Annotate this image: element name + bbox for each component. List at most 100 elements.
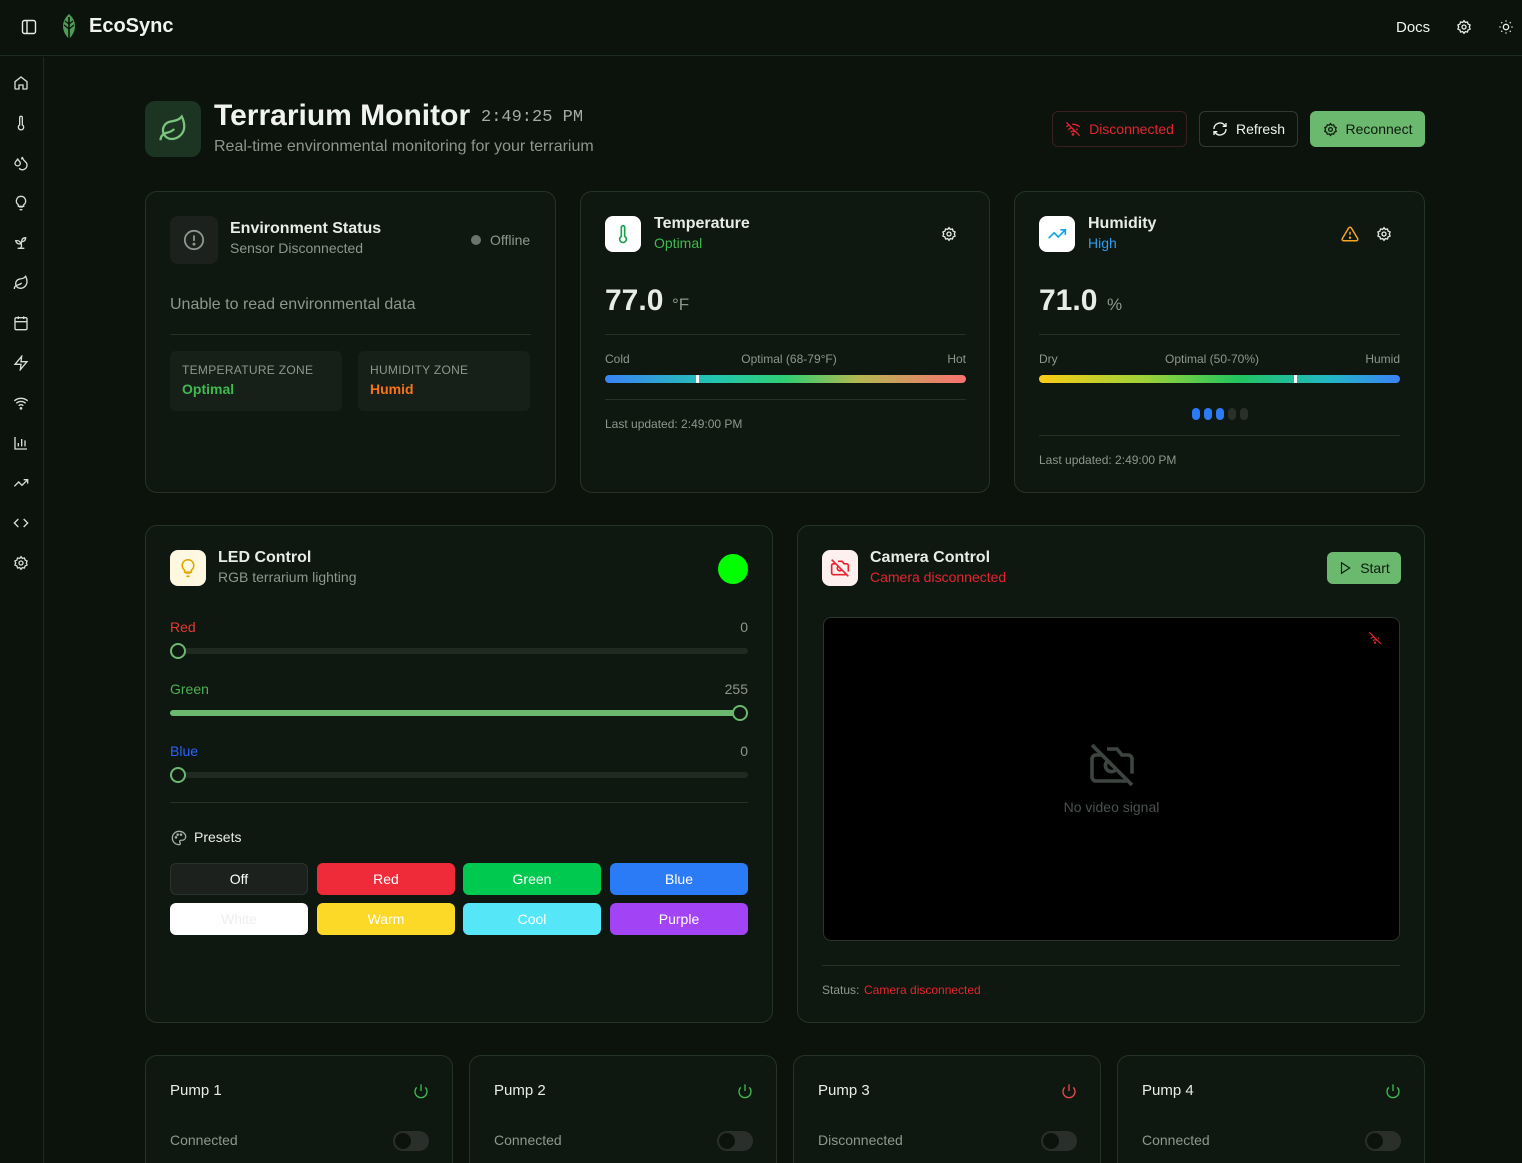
camera-off-tile-icon [822,550,858,586]
reconnect-button[interactable]: Reconnect [1310,111,1425,147]
pump-card: Pump 3 Disconnected [793,1055,1101,1163]
humidity-level-dot [1204,408,1212,420]
pump-status: Connected [1142,1132,1210,1148]
offline-dot [471,235,481,245]
pump-toggle[interactable] [1365,1131,1401,1151]
lightbulb-icon[interactable] [12,194,30,212]
power-icon[interactable] [1385,1083,1401,1099]
bar-chart-icon[interactable] [12,434,30,452]
sprout-icon[interactable] [12,234,30,252]
preset-red-button[interactable]: Red [317,863,455,895]
temperature-marker [695,375,699,383]
humidity-level-dot [1240,408,1248,420]
offline-status: Offline [490,232,531,248]
preset-blue-button[interactable]: Blue [610,863,748,895]
code-icon[interactable] [12,514,30,532]
preset-cool-button[interactable]: Cool [463,903,601,935]
preset-white-button[interactable]: White [170,903,308,935]
pump-toggle[interactable] [1041,1131,1077,1151]
humidity-level-dot [1228,408,1236,420]
video-frame: No video signal [823,617,1400,941]
wifi-icon[interactable] [12,394,30,412]
top-bar: EcoSync Docs [0,0,1522,56]
temperature-title: Temperature [654,215,750,232]
home-icon[interactable] [12,74,30,92]
reconnect-settings-icon [1323,122,1338,137]
green-slider-track[interactable] [170,710,748,716]
pump-toggle[interactable] [717,1131,753,1151]
power-icon[interactable] [1061,1083,1077,1099]
settings-icon[interactable] [12,554,30,572]
pump-status: Connected [494,1132,562,1148]
app-name[interactable]: EcoSync [89,15,173,38]
header-leaf-icon [145,101,201,157]
leaf-icon[interactable] [12,274,30,292]
humidity-title: Humidity [1088,215,1157,232]
power-icon[interactable] [737,1083,753,1099]
green-slider-fill [170,710,748,716]
humidity-scale-low: Dry [1039,352,1058,366]
humidity-zone: HUMIDITY ZONE Humid [358,351,530,411]
sun-theme-icon[interactable] [1497,18,1515,36]
camera-title: Camera Control [870,549,991,566]
page-title: Terrarium Monitor [214,99,471,132]
humidity-scale-high: Humid [1365,352,1400,366]
sidebar-toggle-icon[interactable] [20,18,38,36]
disconnected-button[interactable]: Disconnected [1052,111,1187,147]
preset-off-button[interactable]: Off [170,863,308,895]
pump-name: Pump 1 [170,1082,222,1099]
current-time: 2:49:25 PM [481,108,584,127]
alert-circle-icon [170,216,218,264]
power-icon[interactable] [413,1083,429,1099]
environment-subtitle: Sensor Disconnected [230,240,364,256]
preset-warm-button[interactable]: Warm [317,903,455,935]
camera-start-button[interactable]: Start [1327,552,1401,584]
trending-up-icon[interactable] [12,474,30,492]
divider [170,802,748,803]
humidity-level-dot [1216,408,1224,420]
temperature-settings-icon[interactable] [941,226,957,242]
temperature-zone: TEMPERATURE ZONE Optimal [170,351,342,411]
temperature-scale-high: Hot [947,352,966,366]
divider [1039,334,1400,335]
red-channel-label: Red [170,619,196,635]
pump-toggle[interactable] [393,1131,429,1151]
red-slider-thumb[interactable] [170,643,186,659]
humidity-zone-label: HUMIDITY ZONE [370,363,469,377]
zap-icon[interactable] [12,354,30,372]
environment-status-card: Environment Status Sensor Disconnected O… [145,191,556,493]
thermometer-icon[interactable] [12,114,30,132]
humidity-value: 71.0 [1039,284,1098,317]
green-slider-thumb[interactable] [732,705,748,721]
no-video-signal-text: No video signal [1063,799,1160,815]
camera-off-large-icon [1088,741,1136,789]
pump-card: Pump 4 Connected [1117,1055,1425,1163]
blue-slider-track[interactable] [170,772,748,778]
humidity-card: Humidity High 71.0 % Dry Optimal (50-70%… [1014,191,1425,493]
droplets-icon[interactable] [12,154,30,172]
green-channel-value: 255 [724,681,748,697]
refresh-label: Refresh [1235,121,1286,137]
led-subtitle: RGB terrarium lighting [218,569,357,585]
preset-green-button[interactable]: Green [463,863,601,895]
pump-status: Connected [170,1132,238,1148]
settings-gear-icon[interactable] [1455,18,1473,36]
toggle-knob [1367,1133,1383,1149]
reconnect-label: Reconnect [1345,121,1413,137]
red-slider-track[interactable] [170,648,748,654]
humidity-settings-icon[interactable] [1376,226,1392,242]
pump-status: Disconnected [818,1132,903,1148]
blue-slider-thumb[interactable] [170,767,186,783]
refresh-button[interactable]: Refresh [1199,111,1298,147]
leaf-logo-icon [58,12,80,42]
calendar-icon[interactable] [12,314,30,332]
pump-name: Pump 3 [818,1082,870,1099]
pump-name: Pump 4 [1142,1082,1194,1099]
temperature-zone-value: Optimal [182,381,235,397]
docs-link[interactable]: Docs [1396,19,1430,36]
divider [822,965,1400,966]
temperature-card: Temperature Optimal 77.0 °F Cold Optimal… [580,191,990,493]
humidity-status: High [1088,235,1117,251]
preset-purple-button[interactable]: Purple [610,903,748,935]
humidity-level-dot [1192,408,1200,420]
